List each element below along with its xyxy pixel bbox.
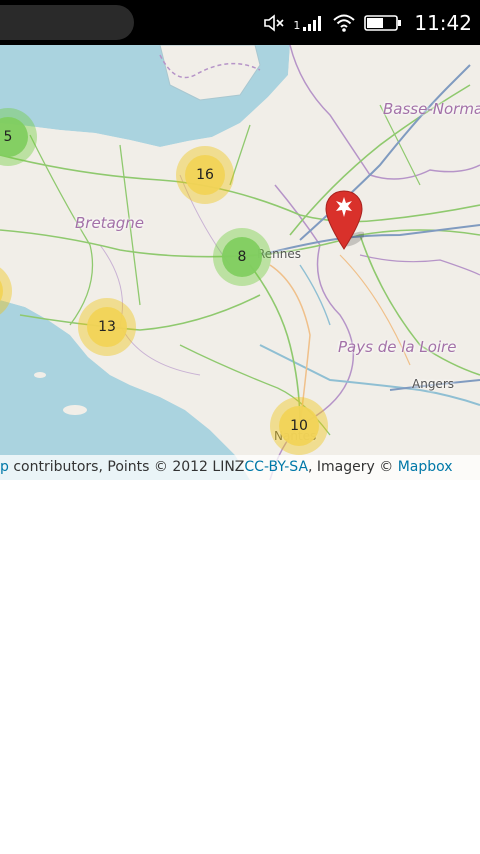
- map-attribution: p contributors, Points © 2012 LINZCC-BY-…: [0, 455, 480, 480]
- battery-icon: [364, 14, 402, 32]
- cluster-count: 13: [87, 307, 127, 347]
- city-label-angers: Angers: [412, 377, 454, 391]
- url-bar[interactable]: [0, 5, 134, 40]
- cluster-count: 16: [185, 155, 225, 195]
- attribution-text: contributors, Points © 2012 LINZ: [8, 459, 245, 475]
- status-icons: 1 11:42: [263, 0, 472, 45]
- mute-icon: [263, 13, 285, 33]
- license-link[interactable]: CC-BY-SA: [244, 459, 308, 475]
- attribution-text: , Imagery ©: [308, 459, 398, 475]
- cluster-marker[interactable]: 8: [213, 228, 271, 286]
- mapbox-link[interactable]: Mapbox: [398, 459, 453, 475]
- cluster-count-hidden: [0, 271, 3, 311]
- cluster-count: 10: [279, 406, 319, 446]
- map[interactable]: Bretagne Basse-Norma Pays de la Loire Re…: [0, 45, 480, 480]
- region-label-basse-normandie: Basse-Norma: [383, 100, 480, 118]
- region-label-pays-de-la-loire: Pays de la Loire: [338, 338, 457, 356]
- wifi-icon: [332, 13, 356, 33]
- cluster-marker[interactable]: 16: [176, 146, 234, 204]
- cluster-count: 8: [222, 237, 262, 277]
- signal-icon: 1: [293, 13, 324, 32]
- cluster-marker[interactable]: 13: [78, 298, 136, 356]
- status-bar: 1 11:42: [0, 0, 480, 45]
- clock: 11:42: [414, 10, 472, 35]
- region-label-bretagne: Bretagne: [75, 214, 145, 232]
- sim-number: 1: [293, 19, 301, 32]
- cluster-marker[interactable]: 10: [270, 397, 328, 455]
- cluster-count: 5: [0, 117, 28, 157]
- osm-link[interactable]: p: [0, 459, 9, 475]
- ermine-marker-icon[interactable]: [324, 189, 365, 253]
